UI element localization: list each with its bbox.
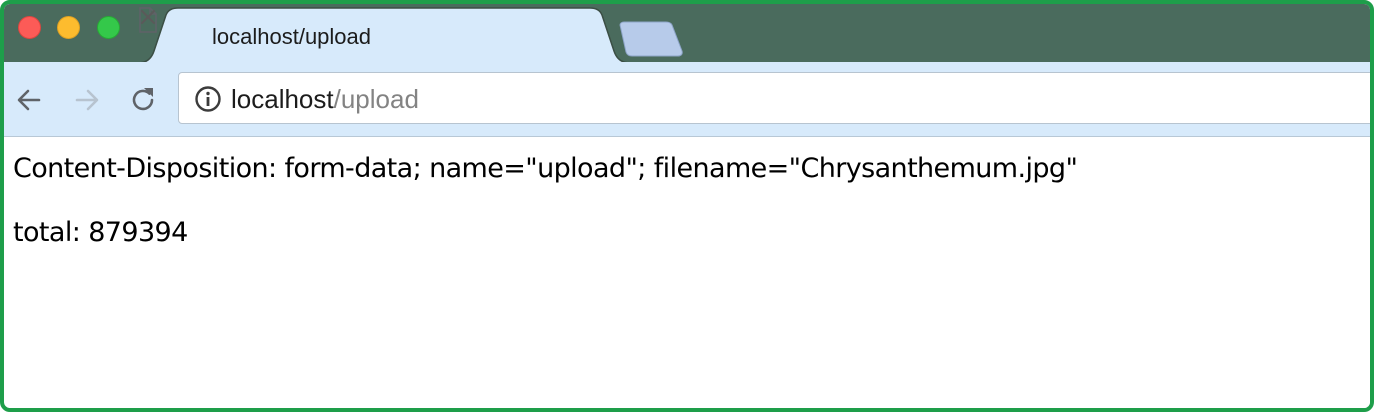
content-disposition-text: Content-Disposition: form-data; name="up…	[13, 153, 1078, 184]
address-bar[interactable]: localhost/upload	[178, 72, 1370, 124]
window-close-button[interactable]	[18, 16, 41, 39]
tab-localhost-upload[interactable]: localhost/upload	[138, 7, 630, 63]
window-minimize-button[interactable]	[57, 16, 80, 39]
reload-icon[interactable]	[127, 84, 159, 116]
browser-window: localhost/upload localhost/upload Conten…	[0, 0, 1374, 412]
new-tab-button[interactable]	[616, 21, 686, 57]
url-text: localhost/upload	[231, 85, 419, 113]
total-text: total: 879394	[13, 217, 188, 248]
url-host: localhost	[231, 84, 334, 114]
back-arrow-icon[interactable]	[13, 84, 45, 116]
forward-arrow-icon[interactable]	[71, 84, 103, 116]
tab-close-icon[interactable]	[138, 7, 158, 27]
tab-title: localhost/upload	[212, 24, 372, 49]
tab-strip: localhost/upload	[4, 4, 1370, 63]
page-content: Content-Disposition: form-data; name="up…	[9, 137, 1370, 408]
info-icon[interactable]	[194, 85, 222, 113]
url-path: /upload	[333, 84, 419, 114]
browser-toolbar: localhost/upload	[4, 62, 1370, 137]
window-maximize-button[interactable]	[97, 16, 120, 39]
